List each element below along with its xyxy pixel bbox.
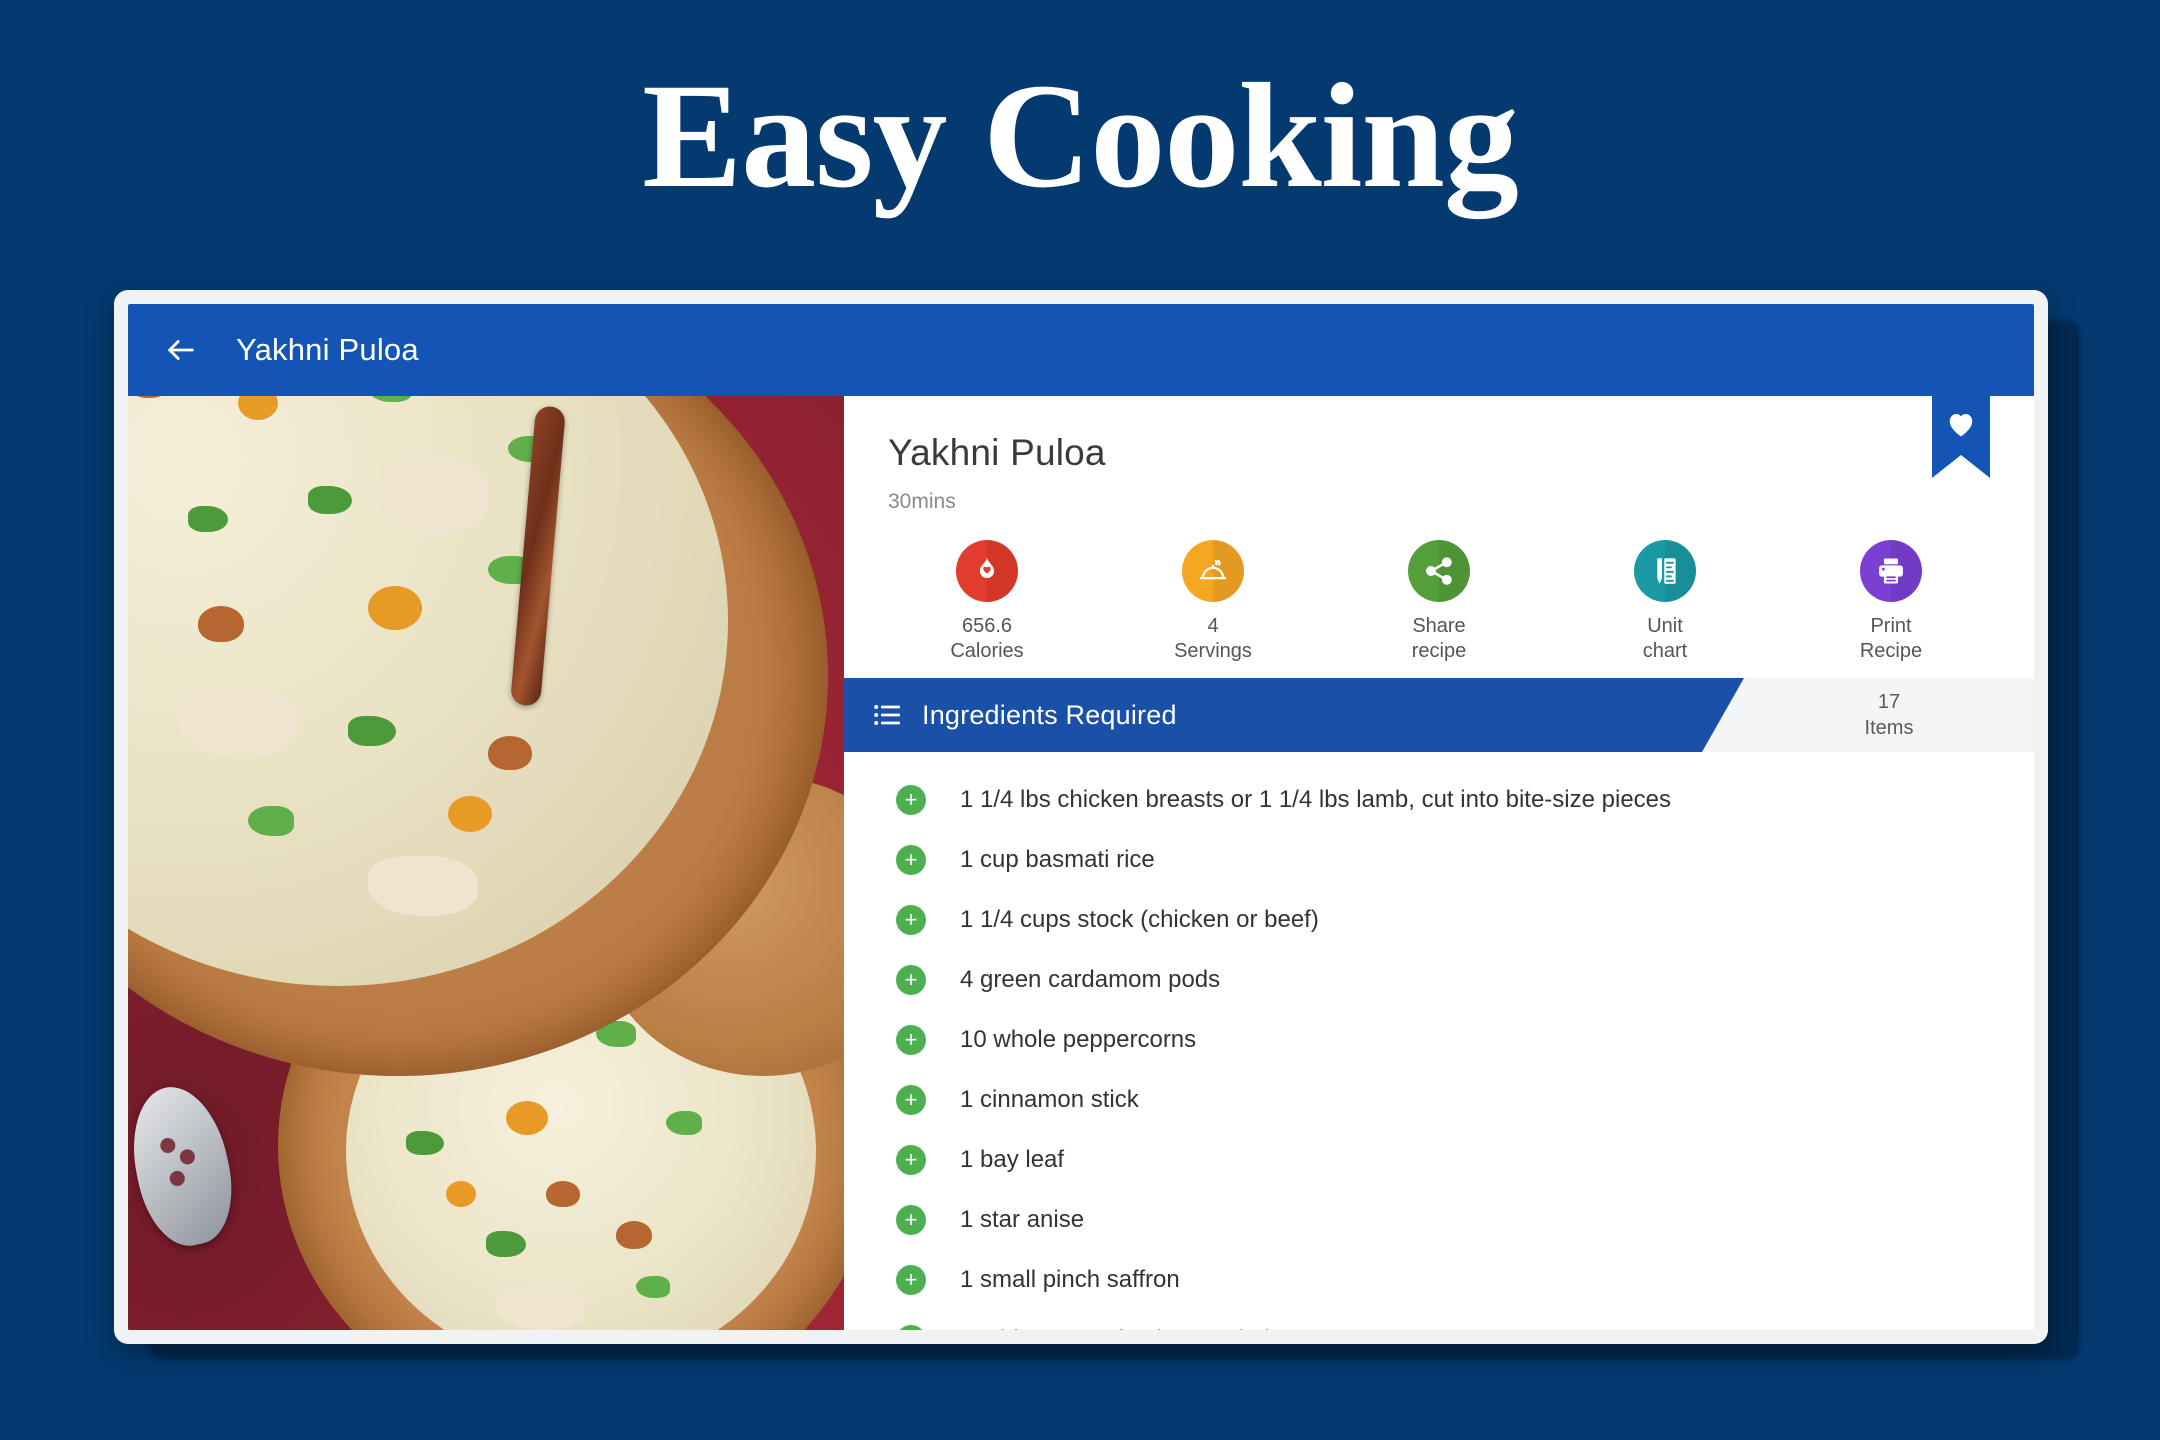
- action-servings-value: 4: [1207, 615, 1219, 637]
- recipe-cook-time: 30mins: [888, 490, 956, 513]
- ingredients-count-label: Items: [1864, 717, 1914, 739]
- add-ingredient-icon[interactable]: +: [896, 1205, 926, 1235]
- action-share-label: recipe: [1411, 640, 1467, 662]
- add-ingredient-icon[interactable]: +: [896, 1145, 926, 1175]
- list-item-label: 1 1/4 cups stock (chicken or beef): [960, 906, 1319, 933]
- add-ingredient-icon[interactable]: +: [896, 905, 926, 935]
- arrow-left-icon[interactable]: [164, 333, 198, 367]
- ingredients-list: + 1 1/4 lbs chicken breasts or 1 1/4 lbs…: [844, 752, 2034, 1330]
- add-ingredient-icon[interactable]: +: [896, 1085, 926, 1115]
- action-calories[interactable]: 656.6 Calories: [874, 540, 1100, 664]
- add-ingredient-icon[interactable]: +: [896, 1025, 926, 1055]
- action-print-label: Recipe: [1859, 640, 1923, 662]
- action-print-value: Print: [1870, 615, 1912, 637]
- list-item[interactable]: + 1 1/4 cups stock (chicken or beef): [844, 890, 2034, 950]
- list-item[interactable]: + 4 green cardamom pods: [844, 950, 2034, 1010]
- add-ingredient-icon[interactable]: +: [896, 1265, 926, 1295]
- app-screen: Yakhni Puloa Yakhni Puloa 30mins 656.6 C…: [128, 304, 2034, 1330]
- add-ingredient-icon[interactable]: +: [896, 785, 926, 815]
- ingredients-header-title: Ingredients Required: [922, 699, 1177, 730]
- recipe-photo: [128, 396, 844, 1330]
- list-item[interactable]: + 1 small pinch saffron: [844, 1250, 2034, 1310]
- recipe-detail-panel: Yakhni Puloa 30mins 656.6 Calories 4 Ser…: [844, 396, 2034, 1330]
- ruler-icon: [1634, 540, 1696, 602]
- list-item-label: 2 tablespoons fresh grated ginger: [960, 1326, 1318, 1330]
- screen-body: Yakhni Puloa 30mins 656.6 Calories 4 Ser…: [128, 396, 2034, 1330]
- list-item[interactable]: + 1 cinnamon stick: [844, 1070, 2034, 1130]
- action-servings[interactable]: 4 Servings: [1100, 540, 1326, 664]
- ingredients-count: 17 Items: [1744, 678, 2034, 752]
- add-ingredient-icon[interactable]: +: [896, 1325, 926, 1330]
- list-item[interactable]: + 1 star anise: [844, 1190, 2034, 1250]
- list-item-label: 1 small pinch saffron: [960, 1266, 1180, 1293]
- add-ingredient-icon[interactable]: +: [896, 965, 926, 995]
- action-calories-label: Calories: [950, 640, 1024, 662]
- list-item-label: 10 whole peppercorns: [960, 1026, 1197, 1053]
- page-title: Easy Cooking: [642, 53, 1519, 219]
- ingredients-header: Ingredients Required 17 Items: [844, 678, 2034, 752]
- list-item-label: 1 cup basmati rice: [960, 846, 1155, 873]
- list-item[interactable]: + 1 cup basmati rice: [844, 830, 2034, 890]
- action-calories-value: 656.6: [961, 615, 1013, 637]
- list-item[interactable]: + 10 whole peppercorns: [844, 1010, 2034, 1070]
- action-share-value: Share: [1412, 615, 1466, 637]
- app-bar-title: Yakhni Puloa: [236, 332, 419, 367]
- heart-icon: [1949, 414, 1973, 437]
- device-frame: Yakhni Puloa Yakhni Puloa 30mins 656.6 C…: [114, 290, 2048, 1344]
- list-item-label: 1 bay leaf: [960, 1146, 1065, 1173]
- list-item[interactable]: + 1 bay leaf: [844, 1130, 2034, 1190]
- action-unit-chart-value: Unit: [1647, 615, 1683, 637]
- list-item-label: 1 1/4 lbs chicken breasts or 1 1/4 lbs l…: [960, 786, 1672, 813]
- printer-icon: [1860, 540, 1922, 602]
- ingredients-list-container[interactable]: + 1 1/4 lbs chicken breasts or 1 1/4 lbs…: [844, 752, 2034, 1330]
- list-item-label: 4 green cardamom pods: [960, 966, 1221, 993]
- recipe-header: Yakhni Puloa 30mins: [844, 396, 2034, 514]
- ingredients-count-number: 17: [1877, 691, 1901, 713]
- list-icon: [874, 704, 900, 726]
- add-ingredient-icon[interactable]: +: [896, 845, 926, 875]
- list-item-label: 1 star anise: [960, 1206, 1085, 1233]
- app-bar: Yakhni Puloa: [128, 304, 2034, 396]
- action-unit-chart-label: chart: [1642, 640, 1688, 662]
- action-servings-label: Servings: [1174, 640, 1252, 662]
- serving-dome-icon: [1182, 540, 1244, 602]
- action-unit-chart[interactable]: Unit chart: [1552, 540, 1778, 664]
- list-item-label: 1 cinnamon stick: [960, 1086, 1139, 1113]
- calories-flame-icon: [956, 540, 1018, 602]
- ingredients-section: Ingredients Required 17 Items + 1 1/4 lb…: [844, 678, 2034, 1330]
- recipe-title: Yakhni Puloa: [888, 432, 1106, 473]
- share-icon: [1408, 540, 1470, 602]
- list-item[interactable]: + 2 tablespoons fresh grated ginger: [844, 1310, 2034, 1330]
- action-print-recipe[interactable]: Print Recipe: [1778, 540, 2004, 664]
- recipe-actions: 656.6 Calories 4 Servings Share recipe U…: [874, 540, 2004, 690]
- action-share-recipe[interactable]: Share recipe: [1326, 540, 1552, 664]
- ingredients-header-banner: Ingredients Required: [844, 678, 1744, 752]
- list-item[interactable]: + 1 1/4 lbs chicken breasts or 1 1/4 lbs…: [844, 770, 2034, 830]
